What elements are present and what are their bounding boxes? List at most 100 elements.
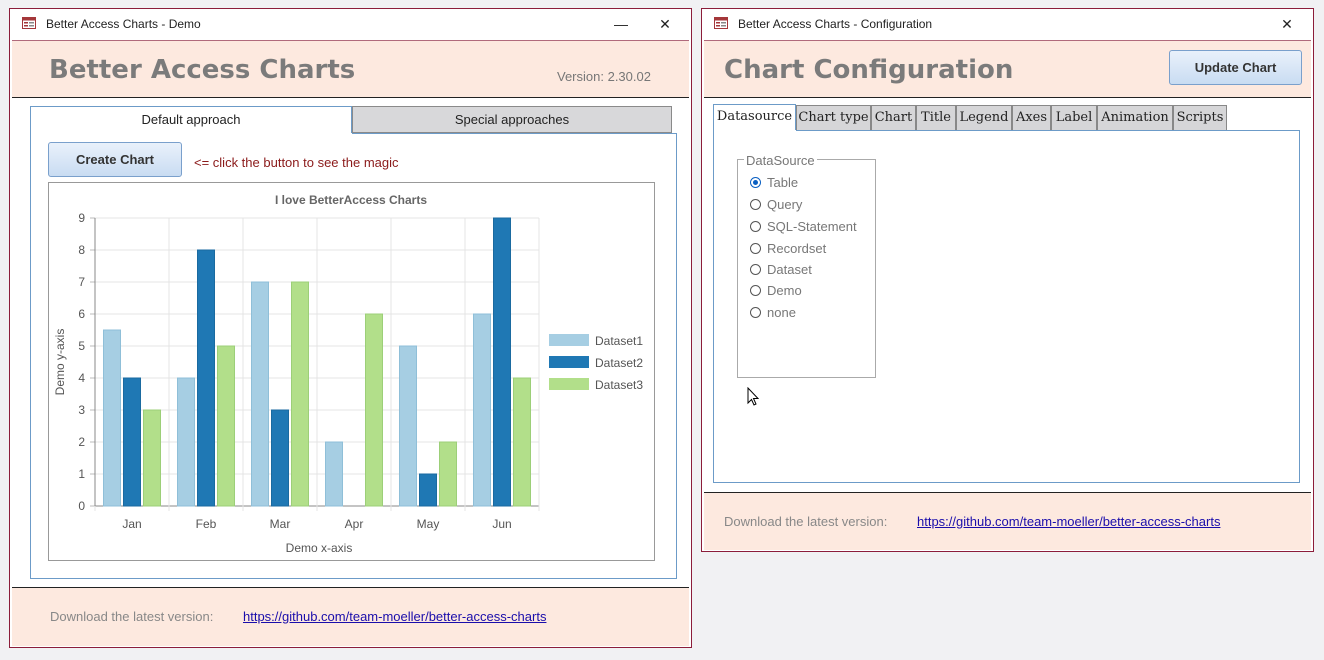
config-tab-topline — [796, 130, 1300, 131]
datasource-legend: DataSource — [744, 153, 817, 168]
version-label: Version: 2.30.02 — [557, 69, 651, 84]
y-tick-label: 2 — [78, 435, 85, 449]
y-tick-label: 6 — [78, 307, 85, 321]
bar-dataset1-jan — [103, 329, 121, 507]
hint-text: <= click the button to see the magic — [194, 155, 399, 170]
radio-button[interactable] — [750, 243, 761, 254]
access-form-icon — [22, 17, 36, 29]
bar-dataset3-apr — [365, 313, 383, 507]
radio-label: Table — [767, 175, 799, 190]
bar-chart: I love BetterAccess Charts 0 1 2 3 4 5 6 7 8 9 Jan F… — [53, 193, 643, 555]
config-window: Better Access Charts - Configuration ✕ C… — [701, 8, 1314, 552]
x-tick-label: Apr — [345, 517, 364, 531]
y-tick-label: 9 — [78, 211, 85, 225]
tab-datasource[interactable]: Datasource — [713, 104, 796, 131]
radio-button[interactable] — [750, 199, 761, 210]
legend-label: Dataset2 — [595, 356, 643, 370]
bar-dataset2-mar — [271, 409, 289, 507]
tab-title[interactable]: Title — [916, 105, 956, 131]
tab-chart-type[interactable]: Chart type — [796, 105, 871, 131]
bar-dataset3-jan — [143, 409, 161, 507]
radio-button[interactable] — [750, 307, 761, 318]
create-chart-button[interactable]: Create Chart — [48, 142, 182, 177]
bar-dataset3-may — [439, 441, 457, 507]
x-tick-label: Jan — [122, 517, 141, 531]
radio-label: Demo — [767, 283, 802, 298]
y-tick-label: 1 — [78, 467, 85, 481]
y-tick-label: 0 — [78, 499, 85, 513]
chart-frame: I love BetterAccess Charts 0 1 2 3 4 5 6 7 8 9 Jan F… — [48, 182, 655, 561]
y-tick-label: 3 — [78, 403, 85, 417]
bar-dataset2-jan — [123, 377, 141, 507]
radio-label: Dataset — [767, 262, 812, 277]
x-tick-label: Mar — [270, 517, 291, 531]
download-label: Download the latest version: — [724, 514, 888, 529]
y-axis-label: Demo y-axis — [53, 329, 67, 396]
y-tick-label: 7 — [78, 275, 85, 289]
bar-dataset3-mar — [291, 281, 309, 507]
radio-button[interactable] — [750, 177, 761, 188]
tab-animation[interactable]: Animation — [1097, 105, 1173, 131]
bar-dataset2-feb — [197, 249, 215, 507]
config-footer: Download the latest version: https://git… — [704, 492, 1311, 550]
download-label: Download the latest version: — [50, 609, 214, 624]
update-chart-label: Update Chart — [1194, 60, 1277, 75]
bar-dataset1-mar — [251, 281, 269, 507]
access-form-icon — [714, 17, 728, 29]
close-icon[interactable]: ✕ — [1277, 14, 1297, 34]
legend-label: Dataset1 — [595, 334, 643, 348]
radio-label: Recordset — [767, 241, 827, 256]
demo-footer: Download the latest version: https://git… — [12, 587, 689, 646]
demo-window: Better Access Charts - Demo — ✕ Better A… — [9, 8, 692, 648]
bar-dataset1-jun — [473, 313, 491, 507]
page-title: Better Access Charts — [49, 55, 356, 85]
download-link[interactable]: https://github.com/team-moeller/better-a… — [917, 514, 1220, 529]
config-titlebar[interactable]: Better Access Charts - Configuration ✕ — [702, 9, 1313, 39]
config-header: Chart Configuration Update Chart — [704, 40, 1311, 98]
page-title: Chart Configuration — [724, 55, 1014, 85]
radio-button[interactable] — [750, 264, 761, 275]
bar-dataset3-feb — [217, 345, 235, 507]
window-title: Better Access Charts - Configuration — [738, 17, 933, 31]
tab-label[interactable]: Label — [1051, 105, 1097, 131]
y-tick-label: 4 — [78, 371, 85, 385]
download-link[interactable]: https://github.com/team-moeller/better-a… — [243, 609, 546, 624]
x-tick-label: Jun — [492, 517, 511, 531]
radio-button[interactable] — [750, 221, 761, 232]
bar-dataset3-jun — [513, 377, 531, 507]
x-tick-label: May — [417, 517, 440, 531]
bar-dataset1-apr — [325, 441, 343, 507]
tab-panel-topline — [352, 133, 677, 134]
tab-chart[interactable]: Chart — [871, 105, 916, 131]
chart-title: I love BetterAccess Charts — [275, 193, 427, 207]
mouse-pointer-icon — [747, 387, 760, 406]
legend-label: Dataset3 — [595, 378, 643, 392]
window-title: Better Access Charts - Demo — [46, 17, 201, 31]
bar-dataset1-feb — [177, 377, 195, 507]
tab-special-approaches[interactable]: Special approaches — [352, 106, 672, 133]
x-tick-label: Feb — [196, 517, 217, 531]
legend-swatch — [549, 334, 589, 346]
radio-label: SQL-Statement — [767, 219, 857, 234]
bar-dataset2-may — [419, 473, 437, 507]
demo-titlebar[interactable]: Better Access Charts - Demo — ✕ — [10, 9, 691, 39]
update-chart-button[interactable]: Update Chart — [1169, 50, 1302, 85]
x-axis-label: Demo x-axis — [286, 541, 353, 555]
create-chart-label: Create Chart — [75, 152, 155, 167]
y-tick-label: 8 — [78, 243, 85, 257]
tab-legend[interactable]: Legend — [956, 105, 1012, 131]
tab-scripts[interactable]: Scripts — [1173, 105, 1227, 131]
legend-swatch — [549, 356, 589, 368]
radio-button[interactable] — [750, 285, 761, 296]
tab-axes[interactable]: Axes — [1012, 105, 1051, 131]
bar-dataset1-may — [399, 345, 417, 507]
demo-header: Better Access Charts Version: 2.30.02 — [12, 40, 689, 98]
tab-default-approach[interactable]: Default approach — [30, 106, 352, 134]
minimize-icon[interactable]: — — [611, 14, 631, 34]
radio-label: Query — [767, 197, 803, 212]
close-icon[interactable]: ✕ — [655, 14, 675, 34]
legend-swatch — [549, 378, 589, 390]
y-tick-label: 5 — [78, 339, 85, 353]
radio-label: none — [767, 305, 796, 320]
bar-dataset2-jun — [493, 217, 511, 507]
